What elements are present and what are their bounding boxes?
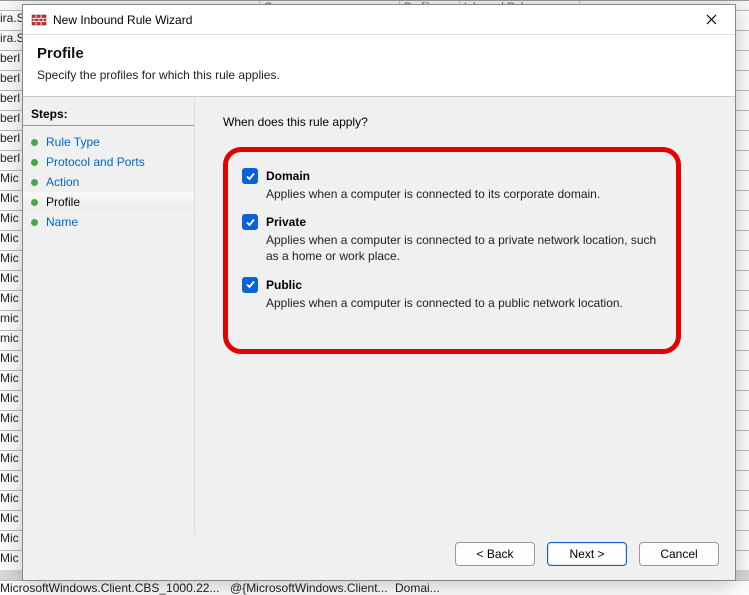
- steps-sidebar: Steps: Rule Type Protocol and Ports Action…: [23, 97, 195, 534]
- page-title: Profile: [37, 45, 721, 62]
- checkbox-private[interactable]: [242, 214, 258, 230]
- option-description: Applies when a computer is connected to …: [266, 232, 660, 264]
- firewall-icon: [31, 12, 47, 28]
- step-item-protocol-and-ports[interactable]: Protocol and Ports: [23, 152, 194, 172]
- step-label: Name: [46, 215, 78, 229]
- close-button[interactable]: [691, 6, 731, 34]
- button-row: < Back Next > Cancel: [23, 534, 735, 580]
- option-label: Public: [266, 278, 302, 292]
- content-panel: When does this rule apply? Domain Applies…: [195, 97, 735, 534]
- titlebar: New Inbound Rule Wizard: [23, 5, 735, 35]
- step-item-name[interactable]: Name: [23, 212, 194, 232]
- page-subtitle: Specify the profiles for which this rule…: [37, 68, 721, 82]
- close-icon: [706, 14, 717, 25]
- check-icon: [245, 217, 256, 228]
- step-bullet-icon: [31, 199, 38, 206]
- step-bullet-icon: [31, 219, 38, 226]
- step-bullet-icon: [31, 139, 38, 146]
- step-bullet-icon: [31, 179, 38, 186]
- step-item-profile[interactable]: Profile: [23, 192, 194, 212]
- profile-option-public: Public Applies when a computer is connect…: [242, 277, 660, 311]
- header-region: Profile Specify the profiles for which t…: [23, 35, 735, 97]
- window-title: New Inbound Rule Wizard: [53, 13, 691, 27]
- steps-heading: Steps:: [23, 105, 194, 126]
- content-question: When does this rule apply?: [223, 115, 713, 129]
- checkbox-public[interactable]: [242, 277, 258, 293]
- step-label: Rule Type: [46, 135, 100, 149]
- check-icon: [245, 171, 256, 182]
- option-label: Private: [266, 215, 306, 229]
- wizard-dialog: New Inbound Rule Wizard Profile Specify …: [22, 4, 736, 581]
- check-icon: [245, 279, 256, 290]
- option-description: Applies when a computer is connected to …: [266, 186, 660, 202]
- step-label: Action: [46, 175, 79, 189]
- profile-option-domain: Domain Applies when a computer is connect…: [242, 168, 660, 202]
- cancel-button[interactable]: Cancel: [639, 542, 719, 566]
- checkbox-domain[interactable]: [242, 168, 258, 184]
- option-description: Applies when a computer is connected to …: [266, 295, 660, 311]
- step-item-rule-type[interactable]: Rule Type: [23, 132, 194, 152]
- back-button[interactable]: < Back: [455, 542, 535, 566]
- profile-option-private: Private Applies when a computer is connec…: [242, 214, 660, 264]
- bg-bottom-row: MicrosoftWindows.Client.CBS_1000.22... @…: [0, 580, 749, 595]
- step-bullet-icon: [31, 159, 38, 166]
- step-label: Profile: [46, 195, 80, 209]
- option-label: Domain: [266, 169, 310, 183]
- next-button[interactable]: Next >: [547, 542, 627, 566]
- step-label: Protocol and Ports: [46, 155, 145, 169]
- profiles-highlight-box: Domain Applies when a computer is connect…: [223, 147, 681, 354]
- step-item-action[interactable]: Action: [23, 172, 194, 192]
